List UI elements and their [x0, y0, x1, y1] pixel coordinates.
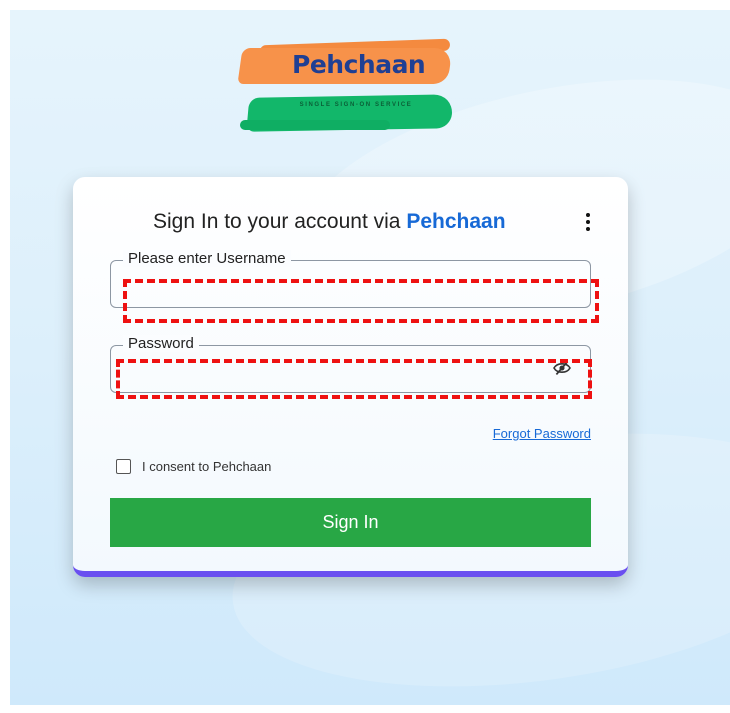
signin-card: Sign In to your account via Pehchaan Ple… — [73, 177, 628, 577]
card-title-text: Sign In to your account via — [153, 210, 401, 233]
password-field: Password — [110, 335, 591, 393]
pehchaan-logo: Pehchaan SINGLE SIGN-ON SERVICE — [237, 38, 460, 134]
eye-slash-icon[interactable] — [552, 360, 572, 376]
password-label: Password — [123, 335, 199, 352]
password-input[interactable] — [123, 360, 547, 386]
username-field: Please enter Username — [110, 250, 591, 308]
login-page: Pehchaan SINGLE SIGN-ON SERVICE Sign In … — [10, 10, 730, 705]
card-title: Sign In to your account via Pehchaan — [153, 210, 506, 234]
consent-checkbox[interactable] — [116, 459, 131, 474]
logo-brand-text: Pehchaan — [292, 50, 426, 79]
forgot-password-link[interactable]: Forgot Password — [493, 426, 591, 441]
username-label: Please enter Username — [123, 250, 291, 267]
username-input[interactable] — [123, 275, 547, 301]
card-title-brand: Pehchaan — [406, 210, 506, 233]
consent-row: I consent to Pehchaan — [116, 459, 271, 474]
consent-label: I consent to Pehchaan — [142, 459, 272, 474]
logo-tagline: SINGLE SIGN-ON SERVICE — [299, 102, 413, 108]
logo-green-stroke — [240, 120, 390, 130]
sign-in-button[interactable]: Sign In — [110, 498, 591, 547]
kebab-menu-icon[interactable] — [584, 213, 592, 235]
